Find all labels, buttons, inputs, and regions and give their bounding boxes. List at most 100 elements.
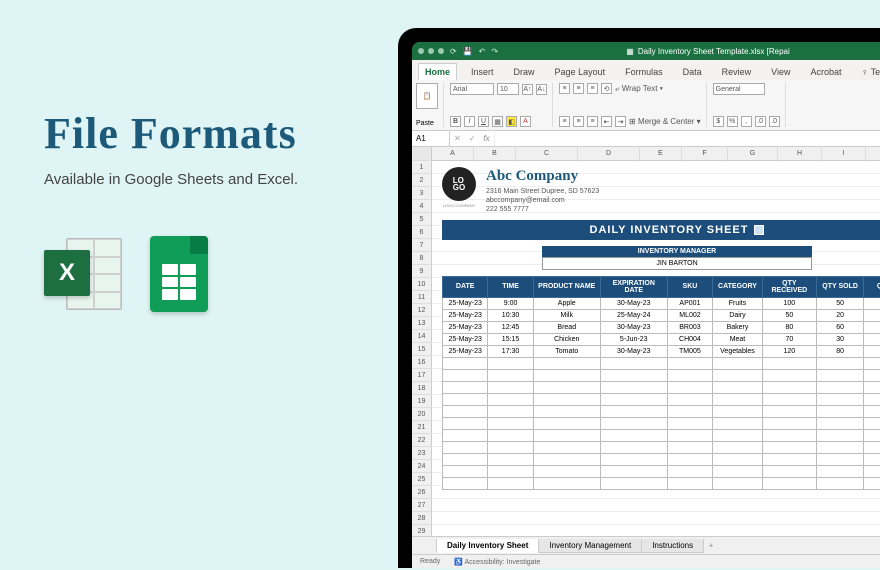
cell[interactable] bbox=[864, 381, 880, 393]
tab-home[interactable]: Home bbox=[418, 63, 457, 80]
cell[interactable] bbox=[762, 405, 816, 417]
cell[interactable]: 9:00 bbox=[488, 297, 533, 309]
row-header[interactable]: 14 bbox=[412, 330, 432, 343]
sheet-tab-management[interactable]: Inventory Management bbox=[538, 539, 642, 553]
wrap-text-button[interactable]: ⤶ Wrap Text ▾ bbox=[615, 84, 663, 94]
cell[interactable] bbox=[713, 381, 763, 393]
table-row[interactable]: 25-May-2312:45Bread30-May-23BR003Bakery8… bbox=[443, 321, 880, 333]
cell[interactable] bbox=[667, 465, 712, 477]
table-row[interactable] bbox=[443, 357, 880, 369]
cell[interactable] bbox=[864, 405, 880, 417]
cell[interactable]: 120 bbox=[762, 345, 816, 357]
row-header[interactable]: 9 bbox=[412, 265, 432, 278]
cell[interactable] bbox=[816, 381, 864, 393]
add-sheet-icon[interactable]: + bbox=[703, 541, 719, 550]
cell[interactable] bbox=[667, 381, 712, 393]
cell[interactable]: 25-May-23 bbox=[443, 321, 488, 333]
tab-data[interactable]: Data bbox=[677, 64, 708, 80]
col-header[interactable]: J bbox=[866, 147, 880, 161]
cell[interactable] bbox=[762, 417, 816, 429]
cell[interactable] bbox=[443, 441, 488, 453]
row-header[interactable]: 16 bbox=[412, 356, 432, 369]
cell[interactable]: 30-May-23 bbox=[600, 345, 667, 357]
cell[interactable] bbox=[488, 477, 533, 489]
row-header[interactable]: 15 bbox=[412, 343, 432, 356]
inventory-table[interactable]: DATETIMEPRODUCT NAMEEXPIRATION DATESKUCA… bbox=[442, 276, 880, 490]
cell[interactable] bbox=[816, 429, 864, 441]
tab-acrobat[interactable]: Acrobat bbox=[805, 64, 848, 80]
row-header[interactable]: 10 bbox=[412, 278, 432, 291]
cell[interactable] bbox=[533, 465, 600, 477]
cell[interactable] bbox=[713, 405, 763, 417]
paste-icon[interactable]: 📋 bbox=[416, 83, 438, 109]
currency-icon[interactable]: $ bbox=[713, 116, 724, 127]
row-header[interactable]: 3 bbox=[412, 187, 432, 200]
cell[interactable]: 25-May-23 bbox=[443, 309, 488, 321]
row-header[interactable]: 27 bbox=[412, 499, 432, 512]
cell[interactable]: Vegetables bbox=[713, 345, 763, 357]
align-mid-icon[interactable]: ≡ bbox=[573, 83, 584, 94]
underline-icon[interactable]: U bbox=[478, 116, 489, 127]
cell[interactable]: 25-May-23 bbox=[443, 333, 488, 345]
cell[interactable]: Bread bbox=[533, 321, 600, 333]
cell[interactable] bbox=[713, 441, 763, 453]
cell[interactable] bbox=[488, 369, 533, 381]
cell[interactable] bbox=[533, 357, 600, 369]
cell[interactable] bbox=[533, 381, 600, 393]
tab-insert[interactable]: Insert bbox=[465, 64, 500, 80]
cell[interactable] bbox=[488, 429, 533, 441]
sheet-content[interactable]: LOGO LOGO COMPANY Abc Company 2316 Main … bbox=[432, 161, 880, 490]
border-icon[interactable]: ▦ bbox=[492, 116, 503, 127]
autosave-icon[interactable]: ⟳ bbox=[450, 47, 457, 56]
cell[interactable] bbox=[443, 453, 488, 465]
cell[interactable] bbox=[533, 393, 600, 405]
cell[interactable] bbox=[864, 453, 880, 465]
table-row[interactable] bbox=[443, 465, 880, 477]
cell[interactable] bbox=[762, 357, 816, 369]
row-header[interactable]: 18 bbox=[412, 382, 432, 395]
cell[interactable]: 30 bbox=[816, 333, 864, 345]
align-top-icon[interactable]: ≡ bbox=[559, 83, 570, 94]
cell[interactable] bbox=[864, 369, 880, 381]
cell[interactable] bbox=[488, 465, 533, 477]
row-header[interactable]: 29 bbox=[412, 525, 432, 536]
tab-view[interactable]: View bbox=[765, 64, 796, 80]
cell[interactable] bbox=[533, 405, 600, 417]
cell[interactable] bbox=[488, 453, 533, 465]
cell[interactable] bbox=[816, 405, 864, 417]
cell[interactable]: Milk bbox=[533, 309, 600, 321]
table-row[interactable] bbox=[443, 393, 880, 405]
row-header[interactable]: 21 bbox=[412, 421, 432, 434]
cell[interactable]: Fruits bbox=[713, 297, 763, 309]
cell[interactable] bbox=[762, 429, 816, 441]
row-header[interactable]: 2 bbox=[412, 174, 432, 187]
cell[interactable] bbox=[864, 393, 880, 405]
table-row[interactable]: 25-May-2317:30Tomato30-May-23TM005Vegeta… bbox=[443, 345, 880, 357]
cell[interactable] bbox=[864, 465, 880, 477]
tab-review[interactable]: Review bbox=[716, 64, 758, 80]
size-select[interactable]: 10 bbox=[497, 83, 519, 95]
cell[interactable]: Dairy bbox=[713, 309, 763, 321]
cell[interactable]: 5-Jun-23 bbox=[600, 333, 667, 345]
cell[interactable] bbox=[600, 381, 667, 393]
cell[interactable]: 60 bbox=[816, 321, 864, 333]
table-row[interactable] bbox=[443, 417, 880, 429]
cell[interactable] bbox=[443, 429, 488, 441]
row-header[interactable]: 28 bbox=[412, 512, 432, 525]
cell[interactable]: BR003 bbox=[667, 321, 712, 333]
sheet-tab-instructions[interactable]: Instructions bbox=[641, 539, 704, 553]
cell[interactable] bbox=[488, 381, 533, 393]
row-header[interactable]: 17 bbox=[412, 369, 432, 382]
cell[interactable] bbox=[443, 465, 488, 477]
tab-draw[interactable]: Draw bbox=[508, 64, 541, 80]
cell[interactable] bbox=[667, 405, 712, 417]
table-row[interactable] bbox=[443, 369, 880, 381]
cell[interactable] bbox=[713, 369, 763, 381]
col-header[interactable]: C bbox=[516, 147, 578, 161]
cell[interactable]: 17:30 bbox=[488, 345, 533, 357]
cell[interactable] bbox=[762, 441, 816, 453]
cell[interactable]: Apple bbox=[533, 297, 600, 309]
col-header[interactable]: I bbox=[822, 147, 866, 161]
cell[interactable]: 25-May-23 bbox=[443, 345, 488, 357]
cell[interactable] bbox=[713, 393, 763, 405]
